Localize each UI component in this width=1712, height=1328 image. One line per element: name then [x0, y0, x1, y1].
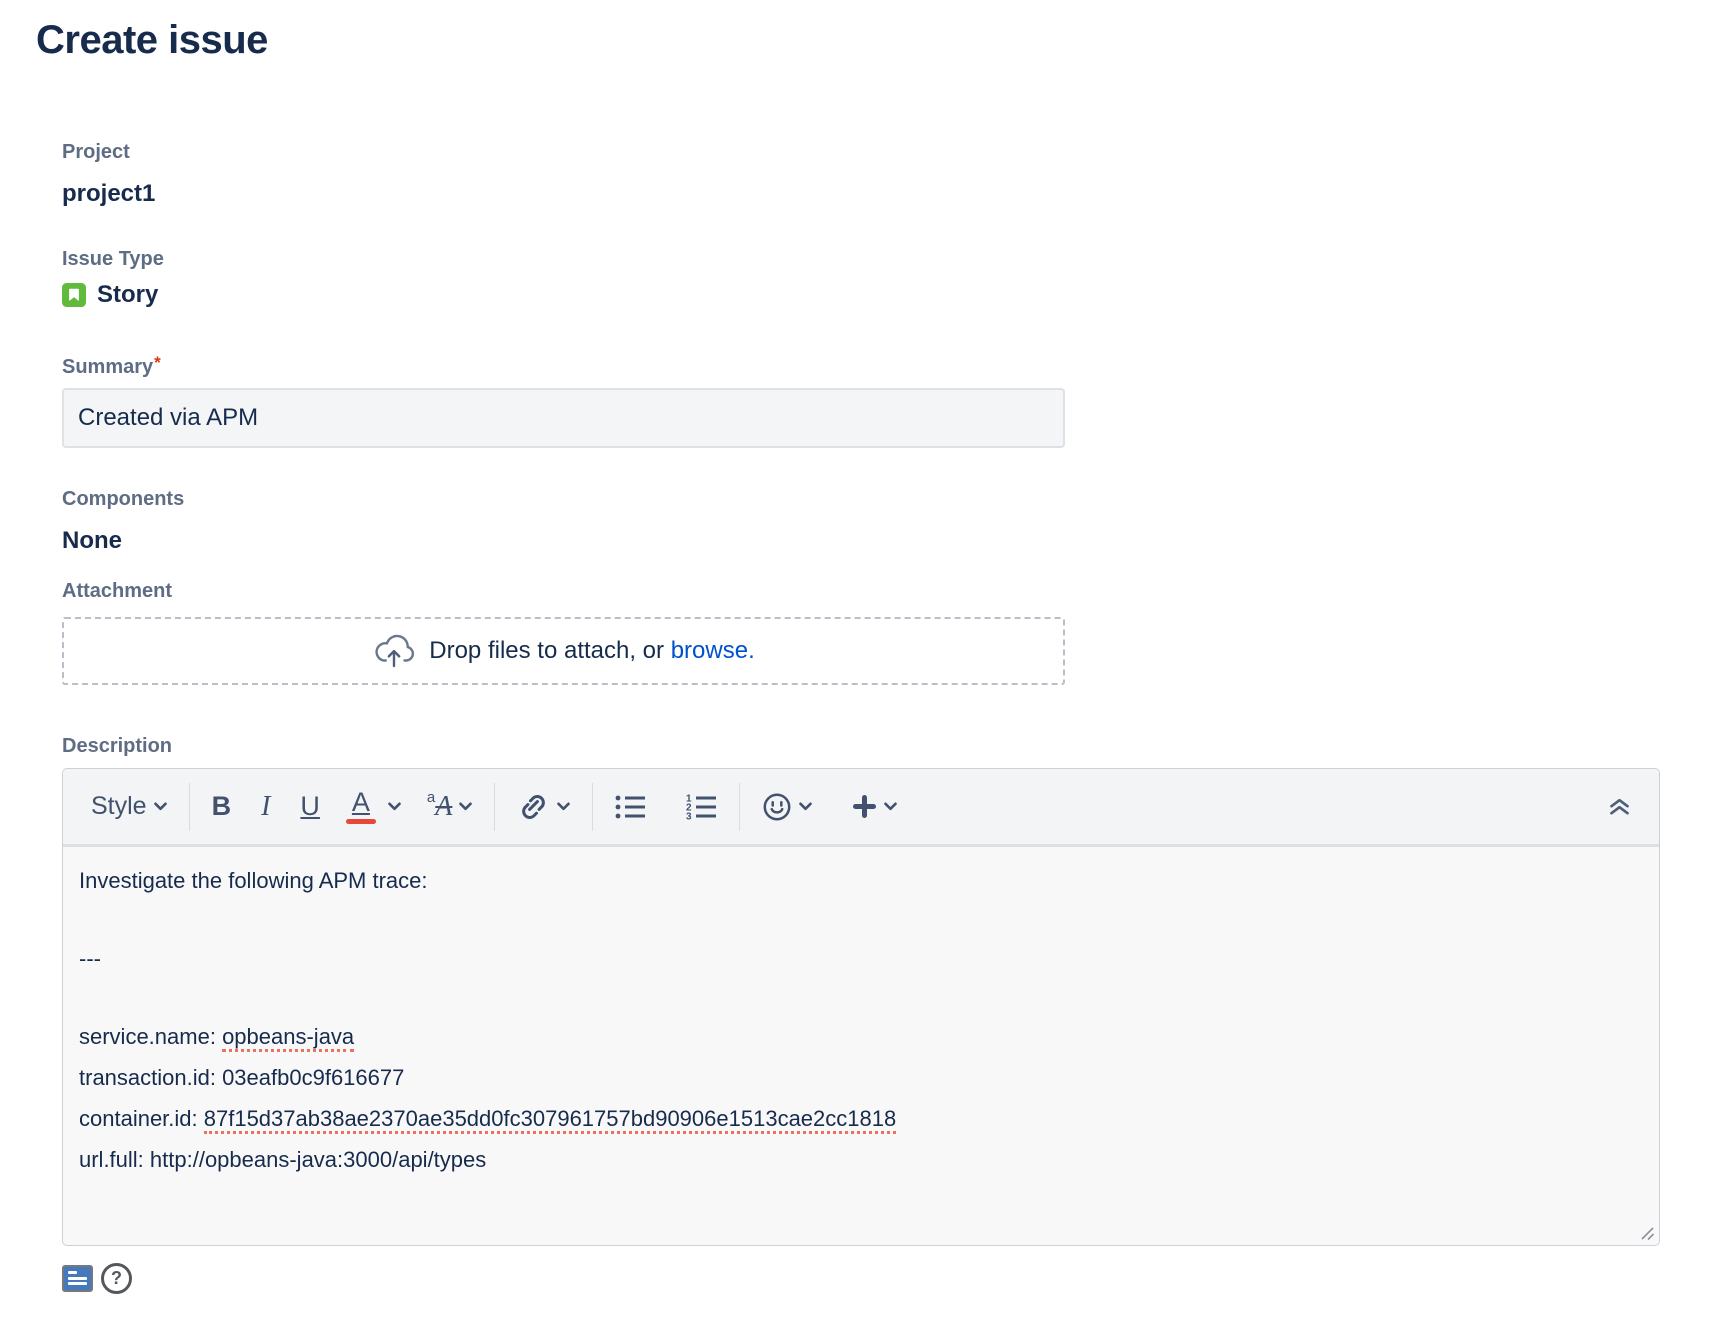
browse-link[interactable]: browse.: [671, 637, 755, 664]
description-paragraph: service.name: opbeans-java transaction.id…: [79, 1016, 1643, 1180]
italic-icon: I: [257, 791, 274, 823]
create-issue-page: Create issue Project project1 Issue Type…: [0, 0, 1712, 1295]
story-bookmark-icon: [62, 283, 86, 307]
collapse-toolbar-button[interactable]: [1602, 793, 1637, 820]
required-asterisk: *: [154, 353, 161, 372]
description-text: Investigate the following APM trace:: [79, 868, 428, 893]
toolbar-divider: [739, 783, 740, 831]
resize-handle[interactable]: [1640, 1226, 1655, 1241]
attachment-label: Attachment: [62, 579, 1702, 603]
description-paragraph: ---: [79, 938, 1643, 979]
description-text: service.name:: [79, 1024, 222, 1049]
numbered-list-icon: 1 2 3: [686, 794, 717, 820]
insert-more-dropdown[interactable]: [846, 790, 903, 823]
link-icon: [517, 792, 550, 822]
components-label: Components: [62, 487, 1702, 511]
bullet-list-button[interactable]: [609, 790, 652, 824]
toolbar-divider: [189, 783, 190, 831]
text-color-button[interactable]: A: [340, 785, 382, 828]
misspelled-text: opbeans-java: [222, 1024, 354, 1052]
text-color-dropdown[interactable]: [382, 798, 407, 815]
issue-type-value: Story: [97, 280, 158, 310]
emoji-icon: [762, 792, 792, 822]
chevron-down-icon: [557, 802, 570, 811]
dropzone-text: Drop files to attach, or browse.: [429, 637, 755, 665]
summary-label: Summary*: [62, 355, 1702, 379]
underline-button[interactable]: U: [294, 787, 326, 826]
chevron-down-icon: [459, 802, 472, 811]
italic-button[interactable]: I: [251, 787, 280, 827]
chevron-down-icon: [388, 802, 401, 811]
chevron-down-icon: [154, 802, 167, 811]
numbered-list-button[interactable]: 1 2 3: [680, 790, 723, 824]
description-text: transaction.id: 03eafb0c9f616677: [79, 1065, 404, 1090]
project-value: project1: [62, 179, 1702, 209]
bullet-list-icon: [615, 794, 646, 820]
misspelled-text: 87f15d37ab38ae2370ae35dd0fc307961757bd90…: [204, 1106, 896, 1134]
description-editor: Style B I U A: [62, 768, 1660, 1246]
style-dropdown[interactable]: Style: [85, 788, 173, 825]
bold-button[interactable]: B: [206, 787, 238, 826]
plus-icon: [852, 794, 877, 819]
cloud-upload-icon: [372, 632, 416, 670]
editor-toolbar: Style B I U A: [63, 769, 1659, 847]
description-textarea[interactable]: Investigate the following APM trace: --- s…: [63, 847, 1659, 1245]
emoji-dropdown[interactable]: [756, 788, 818, 826]
create-issue-form: Project project1 Issue Type Story Summar…: [62, 140, 1702, 1246]
help-icon[interactable]: ?: [101, 1263, 132, 1294]
text-color-icon: A: [346, 789, 376, 824]
issue-type-row: Story: [62, 280, 1702, 310]
link-dropdown[interactable]: [511, 788, 576, 826]
description-text: url.full: http://opbeans-java:3000/api/t…: [79, 1147, 486, 1172]
clear-formatting-icon: aA: [427, 791, 452, 823]
editor-footer: ?: [62, 1261, 1712, 1295]
double-chevron-up-icon: [1608, 797, 1631, 816]
clear-formatting-dropdown[interactable]: aA: [421, 787, 478, 827]
attachment-dropzone[interactable]: Drop files to attach, or browse.: [62, 617, 1065, 685]
svg-text:3: 3: [686, 811, 692, 820]
project-label: Project: [62, 140, 1702, 164]
issue-type-label: Issue Type: [62, 247, 1702, 271]
wiki-markup-toggle-icon[interactable]: [62, 1265, 93, 1292]
description-label: Description: [62, 734, 1702, 758]
underline-icon: U: [300, 791, 320, 822]
components-value: None: [62, 526, 1702, 556]
page-title: Create issue: [36, 16, 1712, 64]
description-paragraph: Investigate the following APM trace:: [79, 860, 1643, 901]
summary-input[interactable]: [62, 388, 1065, 448]
description-text: ---: [79, 946, 101, 971]
description-text: container.id:: [79, 1106, 204, 1131]
toolbar-divider: [494, 783, 495, 831]
bold-icon: B: [212, 791, 232, 822]
chevron-down-icon: [884, 802, 897, 811]
help-glyph: ?: [111, 1268, 122, 1289]
style-dropdown-label: Style: [91, 792, 147, 821]
chevron-down-icon: [799, 802, 812, 811]
toolbar-divider: [592, 783, 593, 831]
